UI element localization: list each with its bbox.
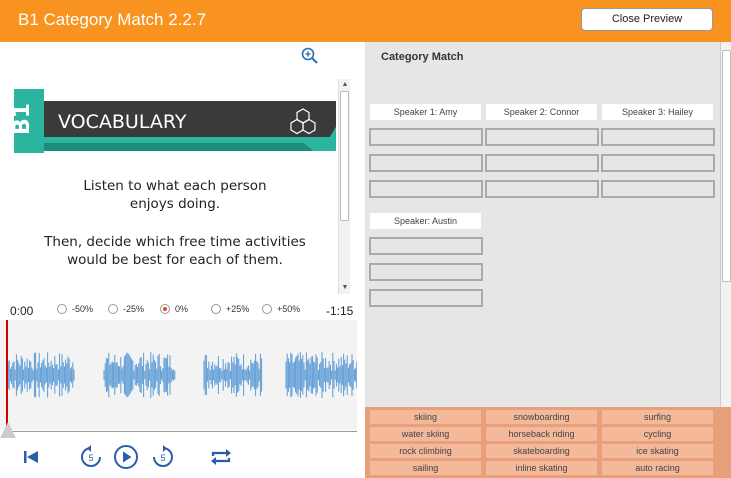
word-tile[interactable]: auto racing	[602, 461, 713, 475]
rate-option[interactable]: +50%	[262, 304, 300, 314]
word-tile[interactable]: skateboarding	[486, 444, 597, 458]
word-bank: skiing snowboarding surfing water skiing…	[365, 407, 731, 478]
rewind-5-icon[interactable]: 5	[78, 444, 104, 470]
skip-to-start-icon[interactable]	[18, 444, 44, 470]
forward-5-icon[interactable]: 5	[150, 444, 176, 470]
seek-track[interactable]	[8, 431, 357, 432]
remaining-time: -1:15	[326, 304, 354, 318]
rate-label: -50%	[72, 304, 94, 314]
app-title: B1 Category Match 2.2.7	[18, 10, 207, 29]
speaker-header-austin: Speaker: Austin	[370, 213, 481, 229]
drop-slot[interactable]	[369, 237, 483, 255]
word-tile[interactable]: sailing	[370, 461, 481, 475]
slide-scroll-thumb[interactable]	[340, 91, 349, 221]
drop-slot[interactable]	[601, 154, 715, 172]
speaker-header-connor: Speaker 2: Connor	[486, 104, 597, 120]
instruction-line-2: enjoys doing.	[129, 196, 221, 212]
loop-icon[interactable]	[208, 444, 234, 470]
category-panel: Category Match Speaker 1: Amy Speaker 2:…	[365, 42, 731, 478]
rate-radio[interactable]	[211, 304, 221, 314]
drop-slot[interactable]	[369, 289, 483, 307]
close-preview-button[interactable]: Close Preview	[581, 8, 713, 31]
rate-radio-selected[interactable]	[160, 304, 170, 314]
word-tile[interactable]: snowboarding	[486, 410, 597, 424]
svg-text:5: 5	[160, 453, 165, 463]
word-tile[interactable]: ice skating	[602, 444, 713, 458]
word-tile[interactable]: rock climbing	[370, 444, 481, 458]
banner-title: VOCABULARY	[58, 111, 187, 133]
drop-slot[interactable]	[601, 180, 715, 198]
drop-slot[interactable]	[369, 263, 483, 281]
rate-option[interactable]: -50%	[57, 304, 93, 314]
instruction-line-1: Listen to what each person	[83, 178, 267, 194]
rate-label: -25%	[123, 304, 145, 314]
playhead[interactable]	[6, 320, 8, 432]
drop-slot[interactable]	[369, 180, 483, 198]
rate-label: +25%	[226, 304, 250, 314]
rate-radio[interactable]	[108, 304, 118, 314]
rate-option[interactable]: 0%	[160, 304, 188, 314]
audio-waveform[interactable]	[0, 320, 358, 430]
rate-radio[interactable]	[57, 304, 67, 314]
instruction-line-4: would be best for each of them.	[67, 252, 283, 268]
slide-viewer: B1 VOCABULARY Listen to what each person…	[14, 79, 350, 294]
drop-slot[interactable]	[485, 180, 599, 198]
word-tile[interactable]: inline skating	[486, 461, 597, 475]
rate-radio[interactable]	[262, 304, 272, 314]
zoom-in-icon[interactable]	[301, 47, 319, 65]
word-tile[interactable]: cycling	[602, 427, 713, 441]
drop-slot[interactable]	[485, 154, 599, 172]
seek-thumb[interactable]	[0, 422, 16, 438]
word-tile[interactable]: water skiing	[370, 427, 481, 441]
scroll-down-icon[interactable]: ▼	[341, 284, 349, 292]
panel-scroll-thumb[interactable]	[722, 50, 731, 282]
drop-slot[interactable]	[485, 128, 599, 146]
level-badge: B1	[14, 103, 35, 135]
activity-title: Category Match	[381, 51, 464, 63]
word-tile[interactable]: skiing	[370, 410, 481, 424]
svg-text:5: 5	[88, 453, 93, 463]
media-panel: B1 VOCABULARY Listen to what each person…	[0, 42, 365, 478]
word-tile[interactable]: surfing	[602, 410, 713, 424]
play-icon[interactable]	[113, 444, 139, 470]
instruction-line-3: Then, decide which free time activities	[44, 234, 306, 250]
rate-option[interactable]: +25%	[211, 304, 249, 314]
title-bar: B1 Category Match 2.2.7 Close Preview	[0, 0, 731, 42]
slide-scrollbar[interactable]: ▲ ▼	[338, 79, 350, 294]
drop-slot[interactable]	[601, 128, 715, 146]
rate-label: 0%	[175, 304, 189, 314]
word-tile[interactable]: horseback riding	[486, 427, 597, 441]
drop-slot[interactable]	[369, 154, 483, 172]
scroll-up-icon[interactable]: ▲	[341, 81, 349, 89]
instruction-slide: B1 VOCABULARY Listen to what each person…	[14, 79, 336, 294]
rate-label: +50%	[277, 304, 301, 314]
waveform-graphic	[7, 352, 358, 398]
current-time: 0:00	[10, 304, 34, 318]
rate-option[interactable]: -25%	[108, 304, 144, 314]
vocabulary-banner: B1 VOCABULARY	[14, 89, 336, 169]
speaker-header-hailey: Speaker 3: Hailey	[602, 104, 713, 120]
speaker-header-amy: Speaker 1: Amy	[370, 104, 481, 120]
drop-slot[interactable]	[369, 128, 483, 146]
